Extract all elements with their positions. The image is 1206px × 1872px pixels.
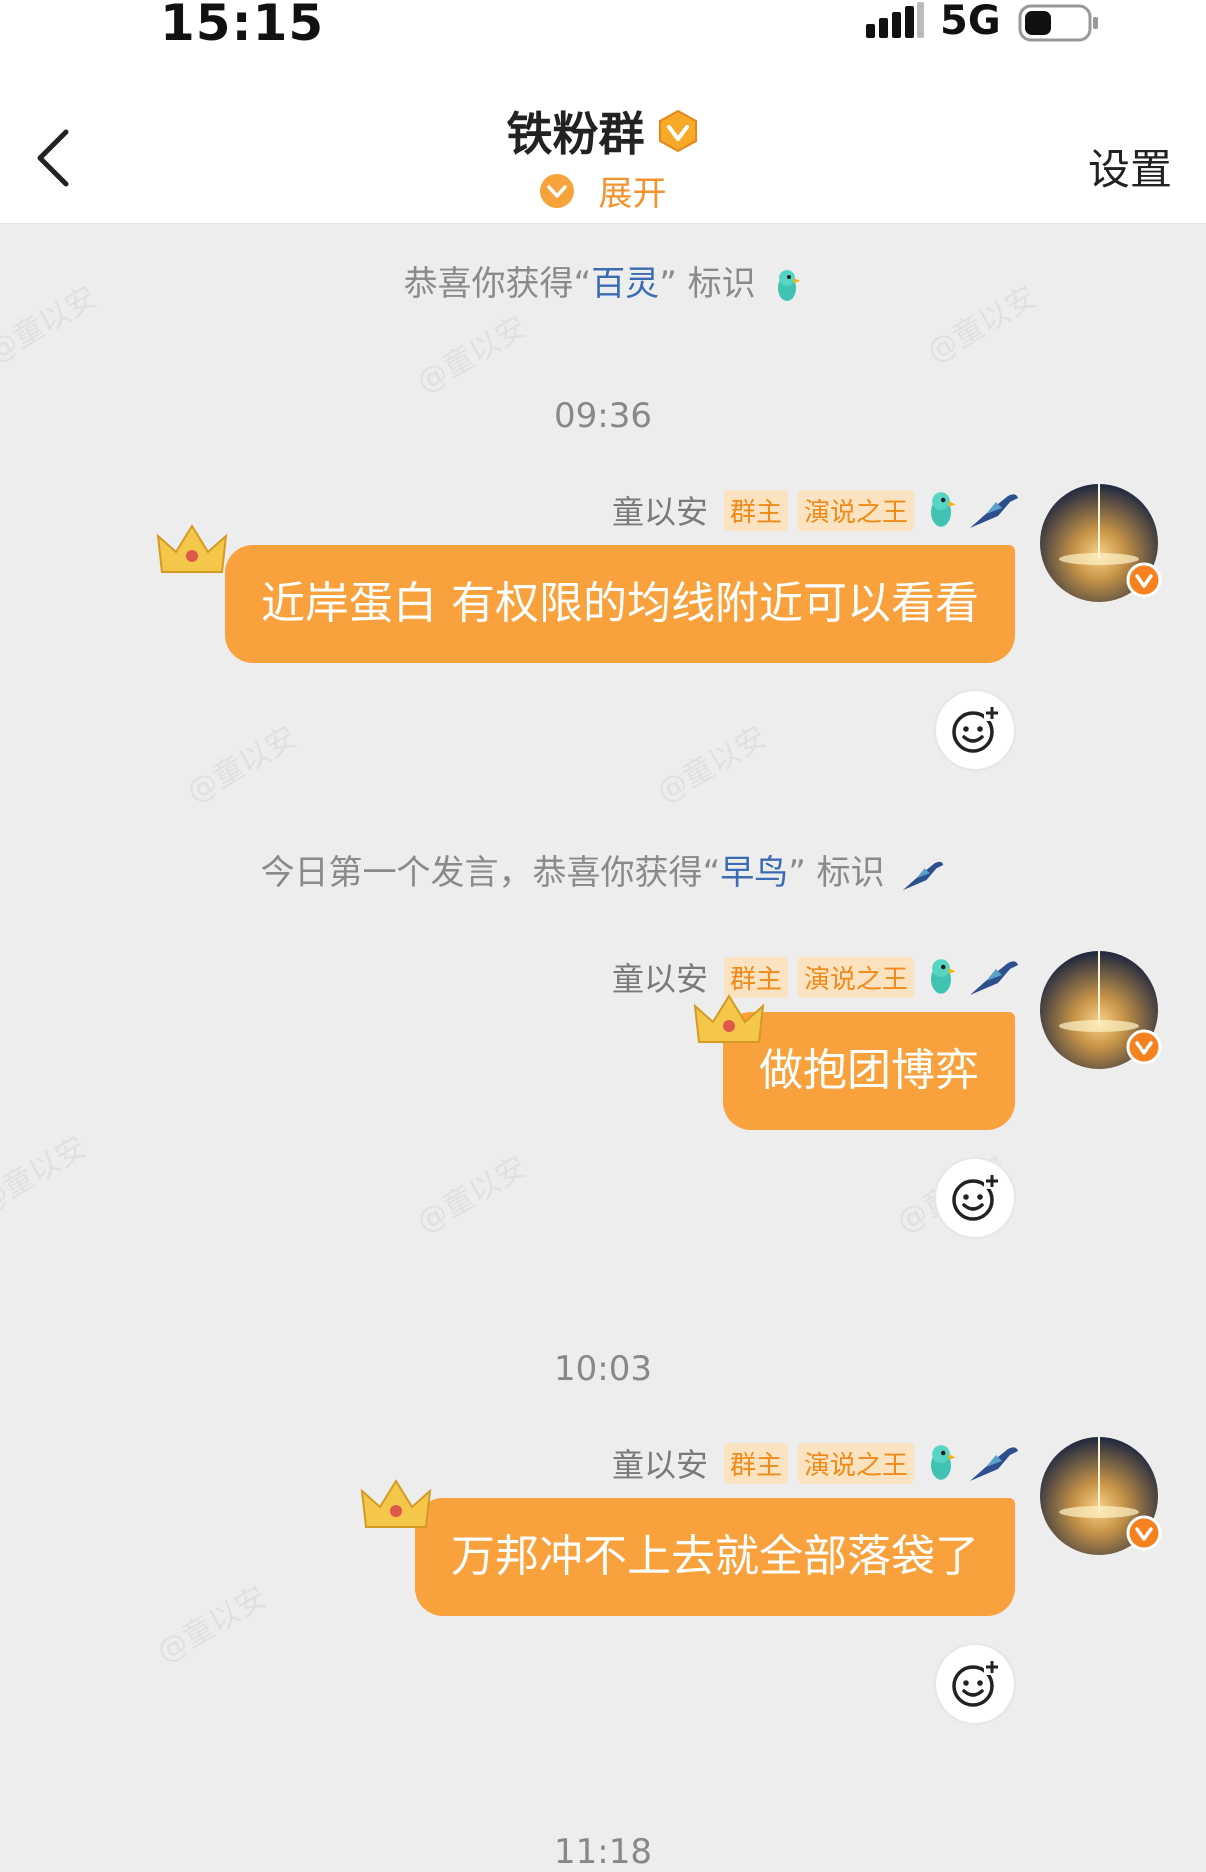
sender-name[interactable]: 童以安 [612, 1440, 708, 1486]
system-notice: 恭喜你获得“百灵” 标识 [0, 256, 1206, 305]
sender-row: 童以安 群主 演说之王 [612, 488, 1020, 532]
bird-icon [970, 1447, 1018, 1481]
parrot-icon [778, 269, 801, 301]
network-label: 5G [940, 0, 1001, 44]
emoji-add-icon [952, 705, 1000, 753]
notice-text: 恭喜你获得 [403, 264, 574, 304]
expand-label: 展开 [598, 174, 667, 214]
timestamp: 09:36 [554, 396, 652, 436]
chevron-down-icon [540, 173, 575, 208]
crown-icon [693, 994, 765, 1043]
title-tag: 演说之王 [797, 956, 914, 998]
watermark: @童以安 [411, 309, 533, 401]
signal-icon [866, 2, 924, 38]
timestamp: 10:03 [554, 1349, 652, 1389]
chat-title: 铁粉群 [506, 107, 645, 161]
notice-text: 今日第一个发言，恭喜你获得 [260, 853, 703, 893]
watermark: @童以安 [181, 719, 303, 811]
bird-icon [970, 494, 1018, 528]
notice-highlight: 早鸟 [720, 853, 789, 893]
chat-header: 铁粉群 [0, 98, 1206, 164]
parrot-icon [931, 1445, 956, 1480]
sender-name[interactable]: 童以安 [612, 487, 708, 533]
crown-icon [360, 1479, 432, 1528]
settings-button[interactable]: 设置 [1088, 136, 1172, 197]
message-bubble[interactable]: 万邦冲不上去就全部落袋了 [415, 1498, 1015, 1616]
avatar[interactable] [1040, 1437, 1162, 1555]
verified-badge-icon [658, 109, 697, 153]
watermark: @童以安 [151, 1579, 273, 1671]
avatar[interactable] [1040, 951, 1162, 1069]
status-time: 15:15 [160, 0, 325, 52]
role-tag: 群主 [723, 489, 788, 531]
watermark: @童以安 [0, 1129, 93, 1221]
battery-icon [1018, 4, 1098, 42]
add-reaction-button[interactable] [936, 1159, 1014, 1237]
emoji-add-icon [952, 1659, 1000, 1707]
sender-row: 童以安 群主 演说之王 [612, 955, 1020, 999]
sender-row: 童以安 群主 演说之王 [612, 1441, 1020, 1485]
parrot-icon [931, 492, 956, 527]
avatar[interactable] [1040, 484, 1162, 602]
verified-badge-icon [1126, 1515, 1162, 1551]
message-bubble[interactable]: 做抱团博弈 [723, 1012, 1015, 1130]
expand-button[interactable]: 展开 [0, 166, 1206, 215]
role-tag: 群主 [723, 1442, 788, 1484]
watermark: @童以安 [651, 719, 773, 811]
notice-highlight: 百灵 [591, 264, 660, 304]
system-notice: 今日第一个发言，恭喜你获得“早鸟” 标识 [0, 845, 1206, 894]
watermark: @童以安 [411, 1149, 533, 1241]
verified-badge-icon [1126, 1029, 1162, 1065]
timestamp: 11:18 [554, 1832, 652, 1872]
notice-suffix: 标识 [687, 264, 756, 304]
add-reaction-button[interactable] [936, 691, 1014, 769]
title-tag: 演说之王 [797, 489, 914, 531]
parrot-icon [931, 959, 956, 994]
bird-icon [903, 861, 944, 890]
notice-suffix: 标识 [816, 853, 885, 893]
bird-icon [970, 961, 1018, 995]
message-bubble[interactable]: 近岸蛋白 有权限的均线附近可以看看 [225, 545, 1015, 663]
emoji-add-icon [952, 1173, 1000, 1221]
top-bar: 15:15 5G 铁粉群 展开 设置 [0, 0, 1206, 224]
crown-icon [156, 524, 228, 573]
title-tag: 演说之王 [797, 1442, 914, 1484]
verified-badge-icon [1126, 562, 1162, 598]
add-reaction-button[interactable] [936, 1645, 1014, 1723]
